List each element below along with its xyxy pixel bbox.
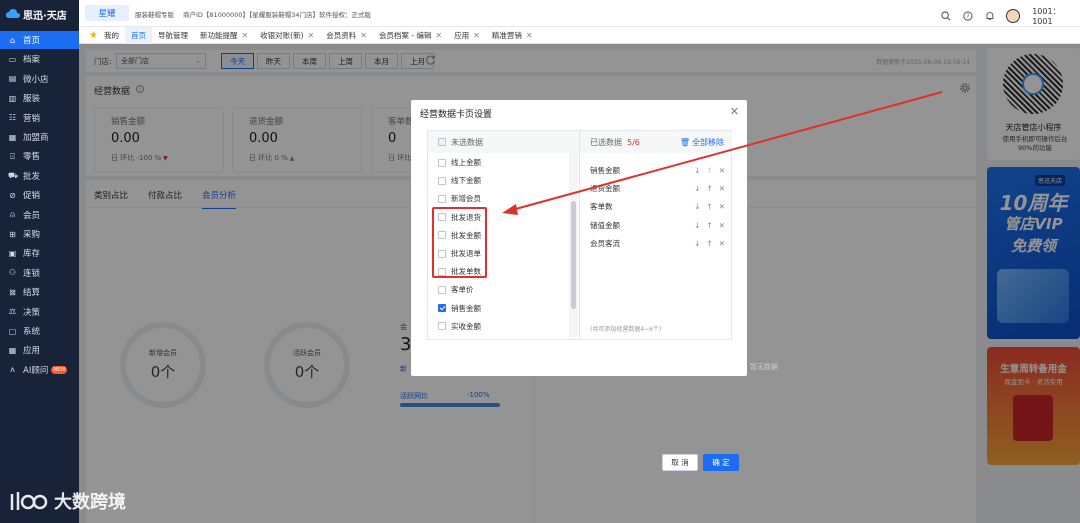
watermark-text: 大数跨境 — [54, 492, 126, 513]
watermark: 大数跨境 — [10, 488, 126, 514]
annotation-arrow — [502, 91, 943, 215]
watermark-logo — [10, 492, 48, 510]
